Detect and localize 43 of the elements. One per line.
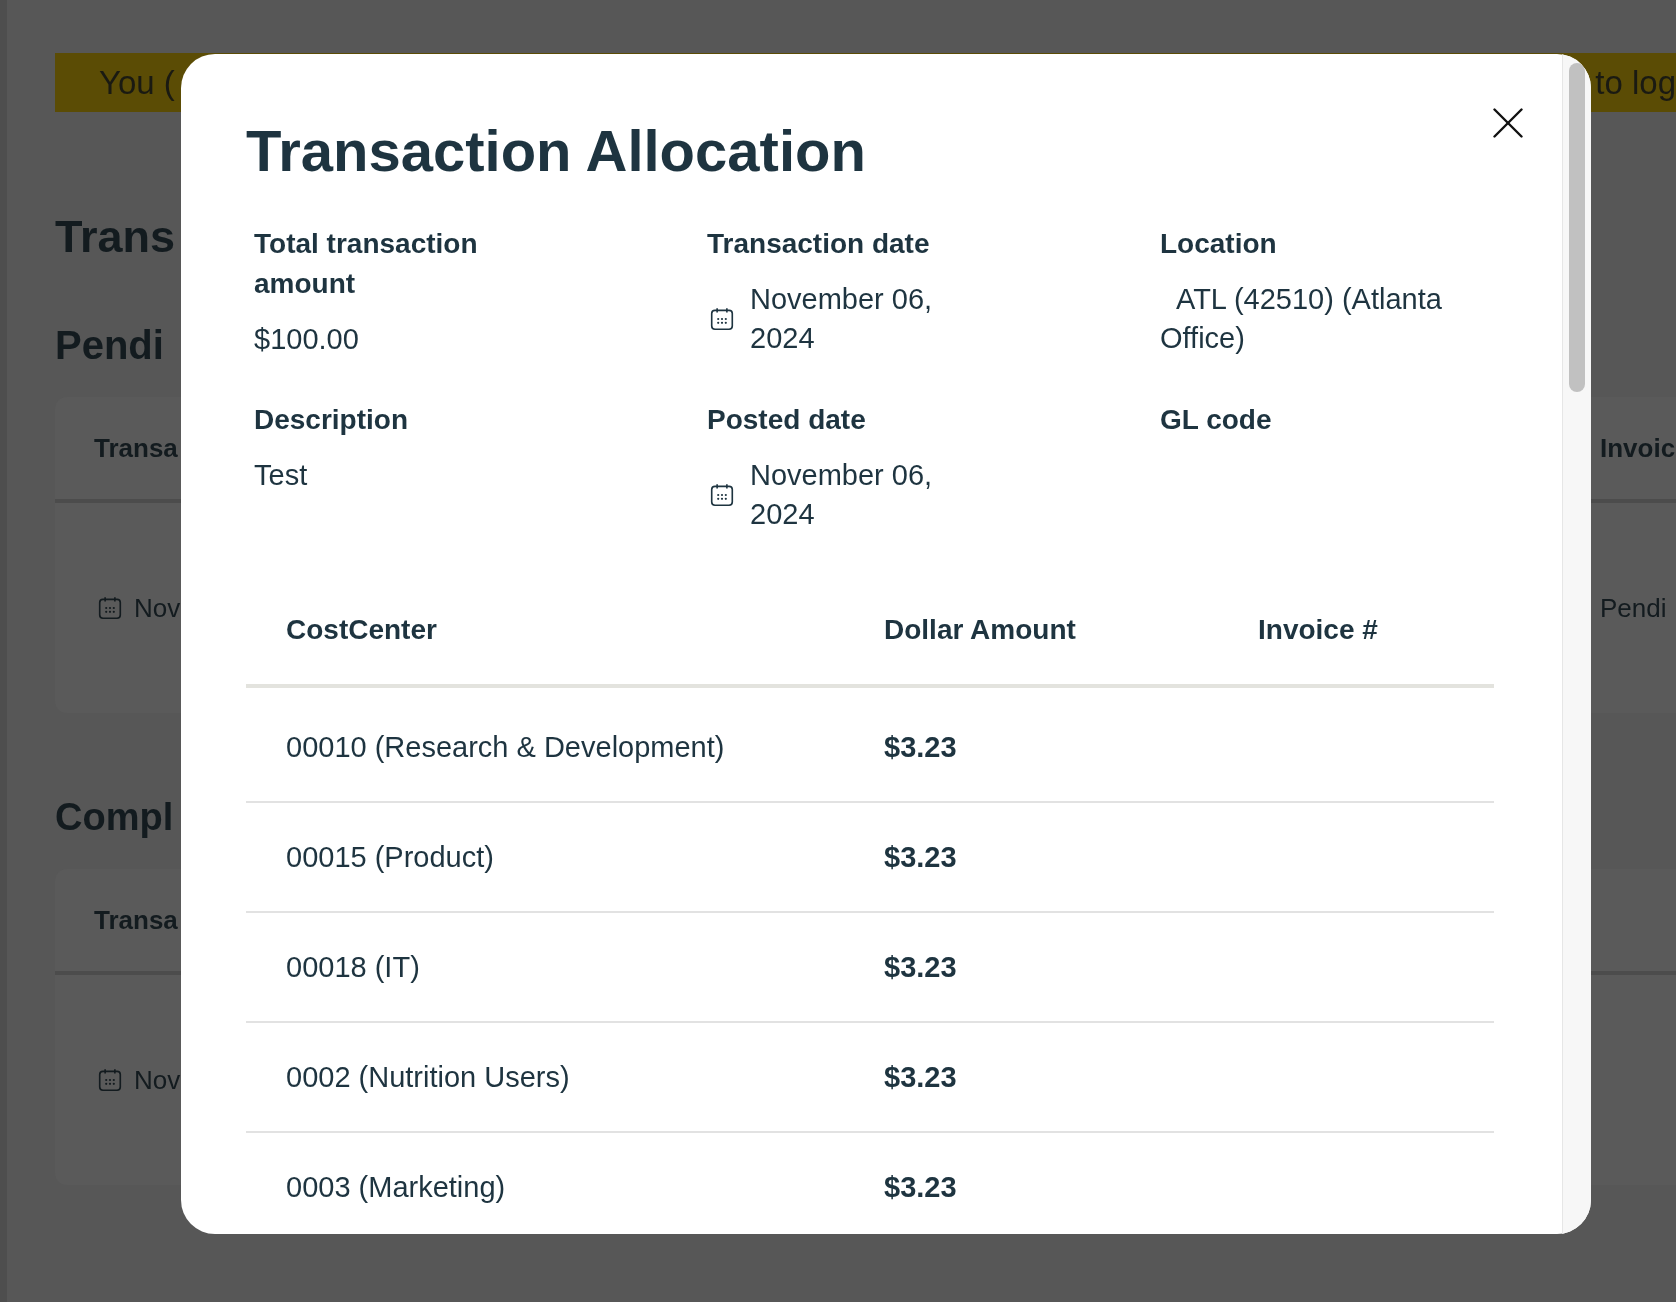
calendar-icon (709, 306, 735, 332)
field-value: ATL (42510) (Atlanta Office) (1160, 282, 1443, 356)
section-title: Pendi (55, 322, 164, 369)
cost-center-text: 0003 (Marketing) (286, 1171, 506, 1203)
dialog-title: Transaction Allocation (246, 117, 866, 185)
banner-text: You ( (99, 63, 175, 102)
field-label: Posted date (707, 403, 866, 437)
field-label: GL code (1160, 403, 1272, 437)
column-header: Invoice # (1258, 614, 1378, 645)
date-text: Nov (134, 592, 181, 624)
amount-text: $3.23 (884, 1171, 957, 1203)
field-label: Total transaction amount (254, 227, 479, 301)
calendar-icon (97, 595, 123, 621)
field-label: Location (1160, 227, 1277, 261)
amount-text: $3.23 (884, 951, 957, 983)
date-text: November 06, 2024 (750, 458, 934, 532)
calendar-icon (709, 482, 735, 508)
scrollbar-track[interactable] (1562, 54, 1591, 1234)
cost-center-text: 0002 (Nutrition Users) (286, 1061, 570, 1093)
amount-text: $3.23 (884, 1061, 957, 1093)
date-text: November 06, 2024 (750, 282, 934, 356)
field-value: $100.00 (254, 322, 359, 357)
section-title: Compl (55, 795, 174, 840)
status-text: Pendi (1600, 592, 1667, 624)
field-value: Test (254, 458, 308, 493)
scrollbar-thumb[interactable] (1569, 63, 1585, 392)
field-label: Transaction date (707, 227, 930, 261)
column-header: CostCenter (286, 614, 437, 645)
page-heading: Trans (55, 210, 176, 264)
calendar-icon (97, 1067, 123, 1093)
column-header: Transa (94, 904, 178, 936)
date-text: Nov (134, 1064, 181, 1096)
column-header: Transa (94, 432, 178, 464)
column-header: Dollar Amount (884, 614, 1076, 645)
amount-text: $3.23 (884, 731, 957, 763)
amount-text: $3.23 (884, 841, 957, 873)
close-icon (1493, 108, 1523, 138)
banner-link[interactable]: to log (1595, 63, 1676, 102)
column-header: Invoic (1600, 432, 1676, 464)
cost-center-text: 00015 (Product) (286, 841, 494, 873)
cost-center-text: 00010 (Research & Development) (286, 731, 725, 763)
field-label: Description (254, 403, 409, 437)
cost-center-text: 00018 (IT) (286, 951, 420, 983)
